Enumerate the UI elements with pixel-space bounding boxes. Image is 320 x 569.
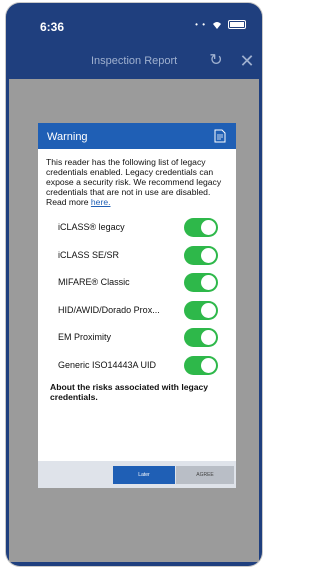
credential-label: Generic ISO14443A UID <box>58 359 157 370</box>
credential-toggle[interactable] <box>184 273 218 292</box>
document-icon[interactable] <box>214 129 226 143</box>
dialog-title: Warning <box>47 131 88 143</box>
nav-bar: Inspection Report ↻ ✕ <box>6 43 262 79</box>
battery-icon <box>228 20 246 29</box>
message-text: This reader has the following list of le… <box>46 157 222 207</box>
credential-toggle[interactable] <box>184 300 218 320</box>
credential-list: iCLASS® legacy iCLASS SE/SR MIFARE® Clas… <box>38 213 236 378</box>
credential-label: EM Proximity <box>58 332 112 342</box>
credential-row: EM Proximity <box>38 323 236 351</box>
frame-edge-left <box>6 79 9 566</box>
wifi-icon <box>213 21 221 29</box>
close-icon[interactable]: ✕ <box>238 52 256 70</box>
credential-toggle[interactable] <box>184 355 218 375</box>
credential-toggle[interactable] <box>184 328 218 347</box>
dialog-message: This reader has the following list of le… <box>46 157 228 207</box>
read-more-link[interactable]: here. <box>91 197 111 207</box>
dialog-header: Warning <box>38 123 236 149</box>
frame-edge-right <box>259 79 262 566</box>
credential-label: iCLASS SE/SR <box>58 249 120 260</box>
credential-toggle[interactable] <box>184 218 218 237</box>
status-time: 6:36 <box>40 20 65 34</box>
credential-row: Generic ISO14443A UID <box>38 351 236 379</box>
signal-icon: • • <box>195 20 206 29</box>
frame-edge-bottom <box>6 562 262 566</box>
page-title: Inspection Report <box>91 55 178 67</box>
credential-label: iCLASS® legacy <box>58 222 125 232</box>
credential-row: HID/AWID/Dorado Prox... <box>38 296 236 324</box>
warning-dialog: Warning This reader has the following li… <box>38 123 236 488</box>
phone-screen: 6:36 • • Inspection Report ↻ ✕ Warning T… <box>6 3 262 566</box>
credential-label: HID/AWID/Dorado Prox... <box>58 304 160 315</box>
credential-row: iCLASS® legacy <box>38 213 236 241</box>
credential-row: MIFARE® Classic <box>38 268 236 296</box>
dialog-button-bar: Later AGREE <box>38 461 236 488</box>
later-button[interactable]: Later <box>113 466 175 484</box>
status-icons: • • <box>195 20 246 29</box>
credential-label: MIFARE® Classic <box>58 277 130 287</box>
credential-row: iCLASS SE/SR <box>38 241 236 269</box>
agree-button[interactable]: AGREE <box>176 466 234 484</box>
risks-link[interactable]: About the risks associated with legacy c… <box>50 382 226 402</box>
status-bar: 6:36 • • <box>6 3 262 43</box>
credential-toggle[interactable] <box>184 245 218 265</box>
refresh-icon[interactable]: ↻ <box>207 52 225 70</box>
